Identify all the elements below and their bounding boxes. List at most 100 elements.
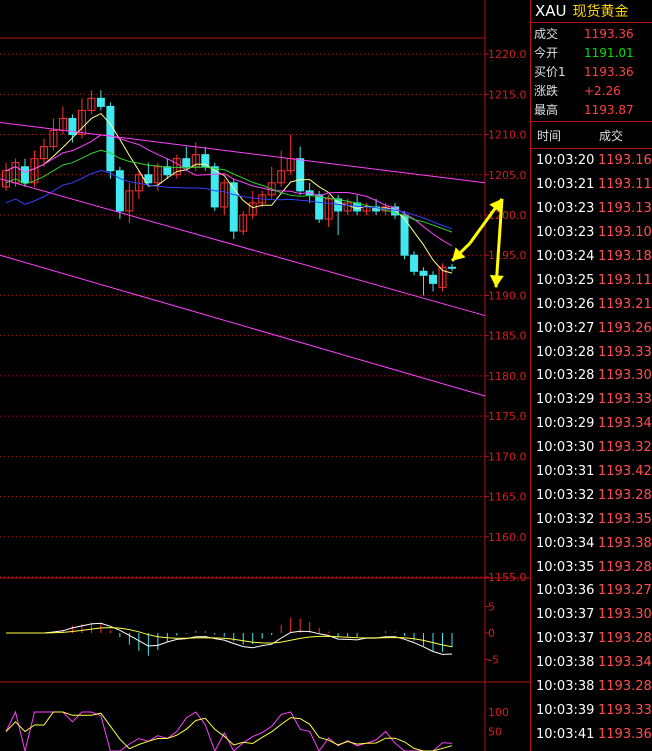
tick-price: 1193.33 — [598, 392, 652, 408]
ticks-header-price: 成交 — [599, 128, 624, 143]
y-tick-label: 1215.0 — [488, 88, 527, 101]
quote-summary: 成交 1193.36 今开 1191.01 买价1 1193.36 涨跌 +2.26 最高 119… — [531, 23, 652, 122]
tick-row: 10:03:38 1193.28 — [531, 675, 652, 699]
tick-price: 1193.34 — [598, 416, 652, 432]
quote-panel: XAU 现货黄金 成交 1193.36 今开 1191.01 买价1 1193.36 涨跌 +… — [530, 0, 652, 751]
tick-time: 10:03:26 — [536, 296, 595, 312]
tick-row: 10:03:37 1193.28 — [531, 627, 652, 651]
tick-price: 1193.33 — [598, 702, 652, 718]
tick-time: 10:03:28 — [536, 344, 595, 360]
kdj-k-line — [5, 710, 453, 751]
tick-row: 10:03:29 1193.34 — [531, 412, 652, 436]
tick-price: 1193.28 — [598, 631, 652, 647]
tick-time: 10:03:36 — [536, 583, 595, 599]
symbol-code: XAU — [535, 2, 567, 20]
tick-time: 10:03:29 — [536, 392, 595, 408]
tick-row: 10:03:30 1193.32 — [531, 436, 652, 460]
tick-price: 1193.26 — [598, 320, 652, 336]
tick-row: 10:03:20 1193.16 — [531, 149, 652, 173]
tick-price: 1193.30 — [598, 368, 652, 384]
candle — [229, 182, 238, 232]
quote-row: 今开 1191.01 — [531, 43, 652, 62]
tick-row: 10:03:21 1193.11 — [531, 173, 652, 197]
tick-time: 10:03:41 — [536, 726, 595, 742]
chart-area[interactable]: 1220.0 1215.0 1210.0 1205.0 1200.0 1195.0 1190… — [0, 0, 530, 751]
tick-time: 10:03:35 — [536, 559, 595, 575]
ticks-header: 时间 成交 — [531, 122, 652, 149]
y-tick-label: 1180.0 — [488, 370, 527, 383]
tick-time: 10:03:25 — [536, 272, 595, 288]
tick-price: 1193.32 — [598, 440, 652, 456]
tick-price: 1193.28 — [598, 487, 652, 503]
tick-time: 10:03:21 — [536, 177, 595, 193]
tick-price: 1193.13 — [598, 201, 652, 217]
tick-time: 10:03:24 — [536, 249, 595, 264]
y-tick-label: 1220.0 — [488, 48, 527, 61]
tick-time: 10:03:39 — [536, 702, 595, 718]
tick-price: 1193.36 — [598, 726, 652, 742]
candle — [429, 274, 438, 284]
ma10-line — [5, 134, 453, 247]
ma20-line — [5, 149, 453, 233]
macd-tick-label: -5 — [488, 654, 499, 667]
tick-price: 1193.18 — [598, 249, 652, 264]
quote-value: 1191.01 — [584, 45, 634, 60]
tick-price: 1193.16 — [598, 153, 652, 169]
tick-time: 10:03:34 — [536, 535, 595, 551]
tick-price: 1193.30 — [598, 607, 652, 623]
tick-price: 1193.28 — [598, 559, 652, 575]
tick-time: 10:03:37 — [536, 607, 595, 623]
tick-time: 10:03:28 — [536, 368, 595, 384]
candle — [106, 105, 115, 172]
y-tick-label: 1205.0 — [488, 169, 527, 182]
ticks-header-time: 时间 — [537, 128, 562, 143]
tick-row: 10:03:32 1193.35 — [531, 507, 652, 531]
tick-price: 1193.42 — [598, 464, 652, 480]
tick-row: 10:03:29 1193.33 — [531, 388, 652, 412]
candle — [210, 166, 219, 208]
quote-label: 买价1 — [534, 65, 566, 79]
y-tick-label: 1170.0 — [488, 450, 527, 463]
y-tick-label: 1190.0 — [488, 289, 527, 302]
kline-chart[interactable]: 1220.01215.01210.01205.01200.01195.01190… — [0, 0, 530, 751]
tick-list[interactable]: 10:03:20 1193.16 10:03:21 1193.11 10:03:23 11… — [531, 149, 652, 746]
candle — [448, 266, 456, 269]
quote-label: 成交 — [534, 27, 559, 41]
tick-row: 10:03:34 1193.38 — [531, 531, 652, 555]
quote-label: 涨跌 — [534, 84, 559, 98]
candle — [201, 154, 210, 168]
candle — [182, 158, 191, 168]
quote-label: 今开 — [534, 46, 559, 60]
y-tick-label: 1175.0 — [488, 410, 527, 423]
candle — [163, 166, 172, 176]
tick-time: 10:03:38 — [536, 679, 595, 695]
tick-price: 1193.35 — [598, 511, 652, 527]
tick-row: 10:03:32 1193.28 — [531, 483, 652, 507]
quote-value: +2.26 — [584, 83, 621, 98]
tick-row: 10:03:23 1193.10 — [531, 221, 652, 245]
y-tick-label: 1185.0 — [488, 330, 527, 343]
candle — [315, 194, 324, 220]
tick-time: 10:03:37 — [536, 631, 595, 647]
tick-row: 10:03:37 1193.30 — [531, 603, 652, 627]
tick-row: 10:03:28 1193.33 — [531, 340, 652, 364]
candle — [410, 254, 419, 272]
y-tick-label: 1160.0 — [488, 531, 527, 544]
tick-time: 10:03:29 — [536, 416, 595, 432]
kdj-tick-label: 100 — [488, 706, 509, 719]
quote-value: 1193.36 — [584, 26, 634, 41]
candle — [96, 97, 105, 107]
tick-row: 10:03:27 1193.26 — [531, 316, 652, 340]
channel-line — [0, 254, 486, 397]
y-tick-label: 1155.0 — [488, 571, 527, 584]
tick-row: 10:03:31 1193.42 — [531, 460, 652, 484]
tick-price: 1193.33 — [598, 344, 652, 360]
tick-time: 10:03:30 — [536, 440, 595, 456]
quote-row: 涨跌 +2.26 — [531, 81, 652, 100]
y-tick-label: 1210.0 — [488, 129, 527, 142]
tick-price: 1193.11 — [598, 177, 652, 193]
tick-time: 10:03:23 — [536, 225, 595, 241]
tick-row: 10:03:26 1193.21 — [531, 292, 652, 316]
tick-price: 1193.38 — [598, 535, 652, 551]
quote-value: 1193.36 — [584, 64, 634, 79]
